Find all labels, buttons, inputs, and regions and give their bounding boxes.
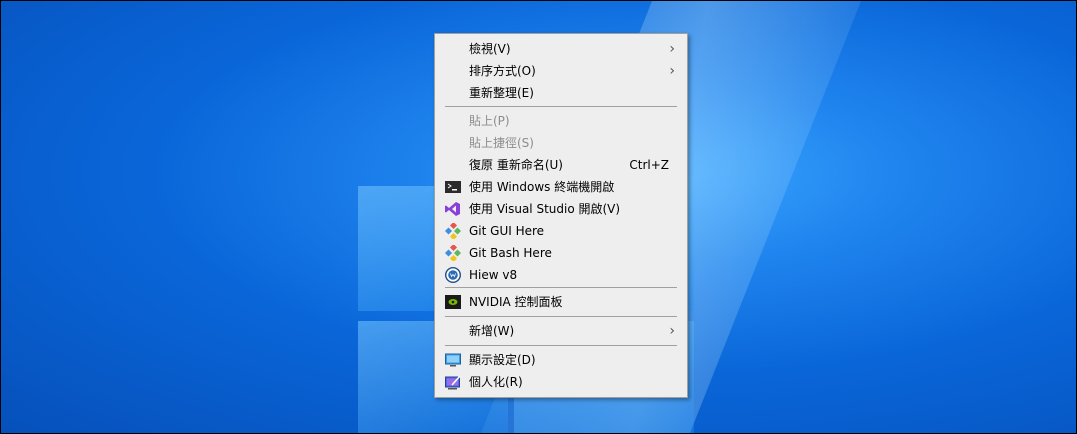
menu-item-open-terminal[interactable]: 使用 Windows 終端機開啟 [437,176,685,198]
separator [445,287,677,288]
desktop[interactable]: 檢視(V) › 排序方式(O) › 重新整理(E) 貼上(P) 貼上捷徑(S) 復原… [0,0,1077,434]
menu-item-undo-rename[interactable]: 復原 重新命名(U) Ctrl+Z [437,154,685,176]
git-icon [445,223,461,239]
menu-item-paste-shortcut[interactable]: 貼上捷徑(S) [437,132,685,154]
chevron-right-icon: › [669,323,675,339]
menu-item-personalize[interactable]: 個人化(R) [437,371,685,393]
visual-studio-icon [445,202,460,216]
terminal-icon [445,181,461,193]
menu-item-open-visual-studio[interactable]: 使用 Visual Studio 開啟(V) [437,198,685,220]
personalize-icon [445,375,461,390]
menu-item-nvidia[interactable]: NVIDIA 控制面板 [437,291,685,313]
menu-item-view[interactable]: 檢視(V) › [437,38,685,60]
menu-item-refresh[interactable]: 重新整理(E) [437,82,685,104]
separator [445,316,677,317]
menu-item-paste[interactable]: 貼上(P) [437,110,685,132]
separator [445,345,677,346]
menu-item-hiew[interactable]: Hiew v8 [437,264,685,286]
chevron-right-icon: › [669,63,675,79]
git-icon [445,245,461,261]
chevron-right-icon: › [669,41,675,57]
menu-item-display-settings[interactable]: 顯示設定(D) [437,349,685,371]
menu-item-git-gui[interactable]: Git GUI Here [437,220,685,242]
menu-item-sort[interactable]: 排序方式(O) › [437,60,685,82]
menu-item-new[interactable]: 新增(W) › [437,320,685,342]
nvidia-icon [445,295,461,309]
menu-item-git-bash[interactable]: Git Bash Here [437,242,685,264]
separator [445,106,677,107]
context-menu: 檢視(V) › 排序方式(O) › 重新整理(E) 貼上(P) 貼上捷徑(S) 復原… [434,33,688,398]
hiew-icon [445,267,461,283]
display-icon [445,353,461,367]
